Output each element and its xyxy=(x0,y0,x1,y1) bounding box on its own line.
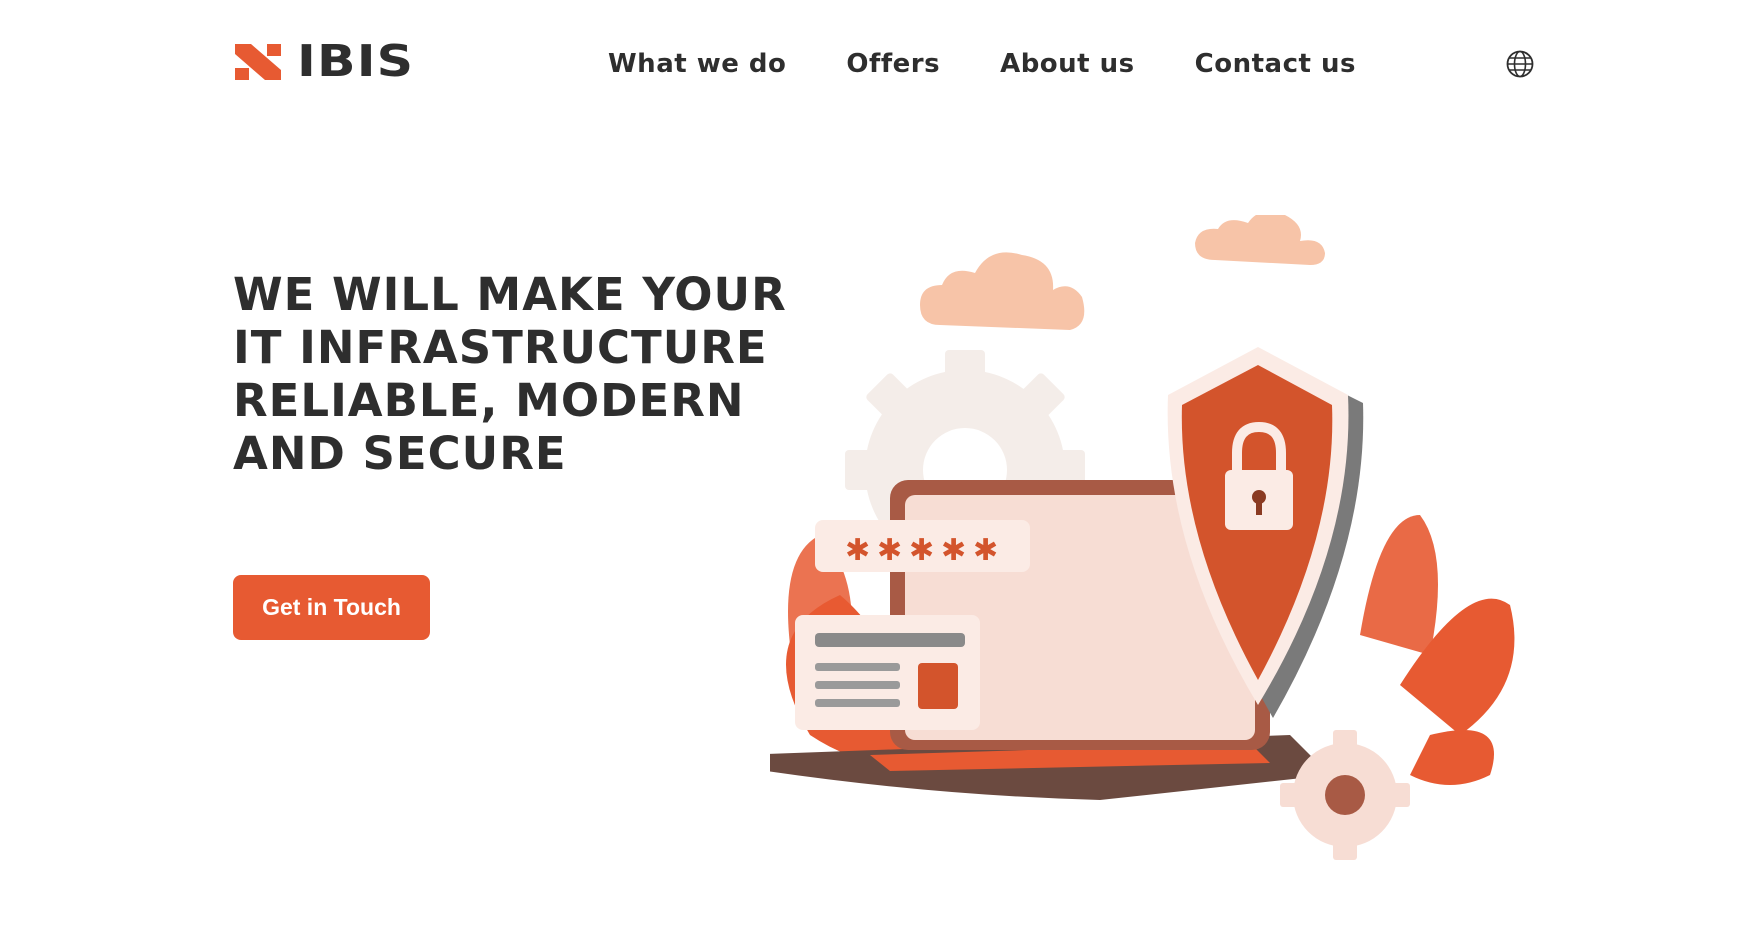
nav-offers[interactable]: Offers xyxy=(846,49,940,79)
logo-s-icon xyxy=(235,44,281,80)
svg-text:✱: ✱ xyxy=(973,533,998,568)
nav-about-us[interactable]: About us xyxy=(1000,49,1135,79)
password-field-icon: ✱ ✱ ✱ ✱ ✱ xyxy=(815,520,1030,572)
cloud-icon xyxy=(920,215,1325,330)
nav-what-we-do[interactable]: What we do xyxy=(608,49,786,79)
security-illustration: ✱ ✱ ✱ ✱ ✱ xyxy=(770,215,1515,860)
svg-text:✱: ✱ xyxy=(845,533,870,568)
svg-text:✱: ✱ xyxy=(941,533,966,568)
main-nav: What we do Offers About us Contact us xyxy=(608,46,1416,82)
logo[interactable]: IBIS xyxy=(233,40,413,84)
svg-text:✱: ✱ xyxy=(909,533,934,568)
svg-text:✱: ✱ xyxy=(877,533,902,568)
nav-contact-us[interactable]: Contact us xyxy=(1195,49,1356,79)
logo-text: IBIS xyxy=(297,36,415,87)
card-icon xyxy=(795,615,980,730)
site-header: IBIS What we do Offers About us Contact … xyxy=(0,0,1749,130)
get-in-touch-button[interactable]: Get in Touch xyxy=(233,575,430,640)
globe-icon[interactable] xyxy=(1505,49,1535,79)
